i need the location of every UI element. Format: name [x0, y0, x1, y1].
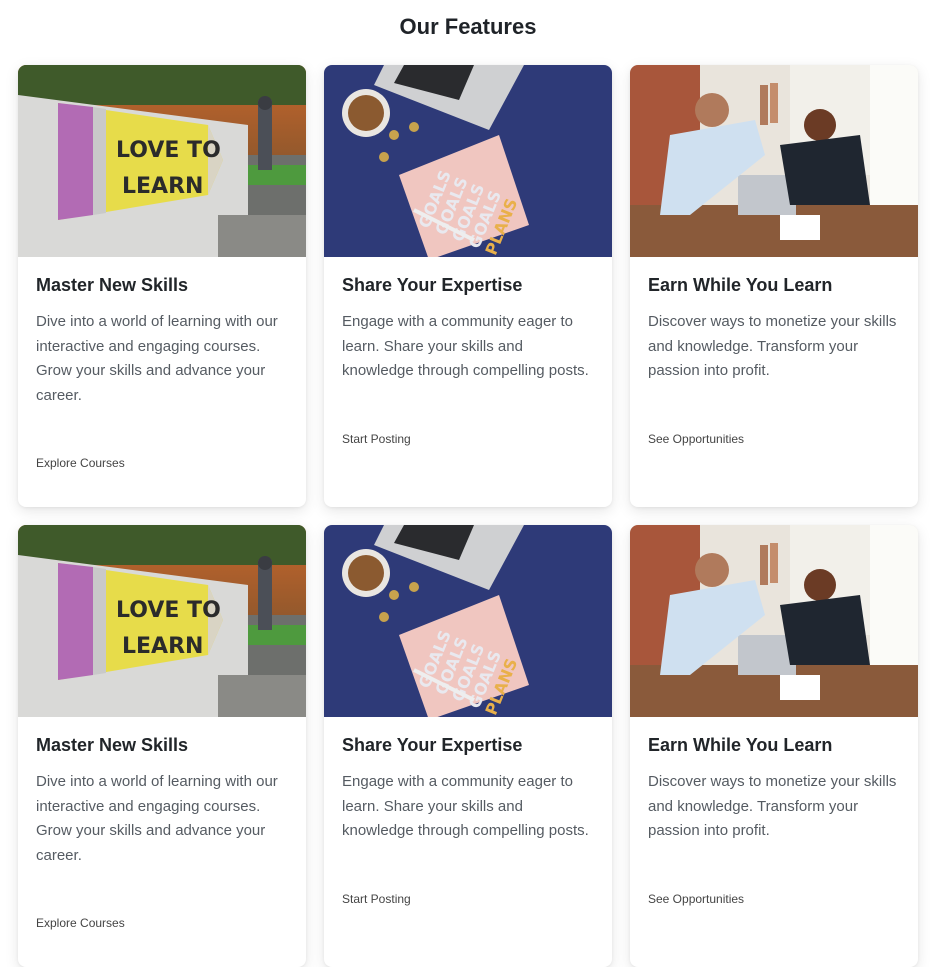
card-title: Share Your Expertise — [342, 735, 523, 755]
feature-card-share-expertise: GOALS GOALS GOALS GOALS PLANS Share Your… — [324, 65, 612, 507]
feature-card-master-skills: LOVE TO LEARN Master New Skills Dive int… — [18, 525, 306, 967]
feature-card-share-expertise: GOALS GOALS GOALS GOALS PLANS Share Your… — [324, 525, 612, 967]
card-image-love-to-learn: LOVE TO LEARN — [18, 525, 306, 717]
feature-card-master-skills: LOVE TO LEARN Master New Skills Dive int… — [18, 65, 306, 507]
sign-text-line-1: LOVE TO — [116, 598, 221, 623]
start-posting-link[interactable]: Start Posting — [342, 432, 411, 446]
explore-courses-link[interactable]: Explore Courses — [36, 456, 125, 470]
card-description: Discover ways to monetize your skills an… — [648, 313, 897, 379]
card-description: Engage with a community eager to learn. … — [342, 313, 589, 379]
card-description: Engage with a community eager to learn. … — [342, 773, 589, 839]
start-posting-link[interactable]: Start Posting — [342, 892, 411, 906]
card-title: Master New Skills — [36, 275, 189, 295]
sign-text-line-2: LEARN — [122, 174, 203, 199]
card-description: Dive into a world of learning with our i… — [36, 773, 278, 864]
card-description: Dive into a world of learning with our i… — [36, 313, 278, 404]
card-title: Earn While You Learn — [648, 275, 833, 295]
card-image-office-high-five — [630, 65, 918, 257]
card-description: Discover ways to monetize your skills an… — [648, 773, 897, 839]
see-opportunities-link[interactable]: See Opportunities — [648, 432, 744, 446]
feature-card-earn-learn: Earn While You Learn Discover ways to mo… — [630, 65, 918, 507]
see-opportunities-link[interactable]: See Opportunities — [648, 892, 744, 906]
card-title: Share Your Expertise — [342, 275, 523, 295]
sign-text-line-2: LEARN — [122, 634, 203, 659]
card-title: Earn While You Learn — [648, 735, 833, 755]
card-title: Master New Skills — [36, 735, 189, 755]
card-image-love-to-learn: LOVE TO LEARN — [18, 65, 306, 257]
section-title: Our Features — [399, 14, 537, 39]
sign-text-line-1: LOVE TO — [116, 138, 221, 163]
feature-card-earn-learn: Earn While You Learn Discover ways to mo… — [630, 525, 918, 967]
card-image-goals-notebook: GOALS GOALS GOALS GOALS PLANS — [324, 525, 612, 717]
card-image-goals-notebook: GOALS GOALS GOALS GOALS PLANS — [324, 65, 612, 257]
explore-courses-link[interactable]: Explore Courses — [36, 916, 125, 930]
card-image-office-high-five — [630, 525, 918, 717]
